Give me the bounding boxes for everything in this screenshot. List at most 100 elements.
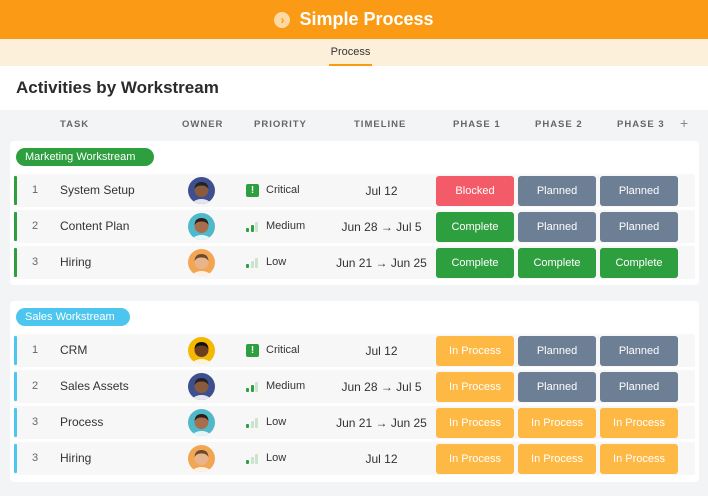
priority-cell[interactable]: ! Critical <box>246 343 300 357</box>
priority-cell[interactable]: Medium <box>246 219 305 233</box>
tab-process[interactable]: Process <box>329 39 372 66</box>
priority-cell[interactable]: Medium <box>246 379 305 393</box>
timeline-range[interactable]: Jul 12 <box>329 344 434 358</box>
phase-3-status[interactable]: Complete <box>600 248 678 278</box>
phase-3-status[interactable]: Planned <box>600 336 678 366</box>
app-title: Simple Process <box>299 9 434 29</box>
phase-2-status[interactable]: In Process <box>518 408 596 438</box>
column-header-phase-2[interactable]: PHASE 2 <box>535 119 583 130</box>
task-name[interactable]: System Setup <box>60 183 135 197</box>
timeline-range[interactable]: Jun 28 → Jul 5 <box>329 220 434 234</box>
phase-2-status[interactable]: Planned <box>518 176 596 206</box>
tab-bar: Process <box>0 39 708 66</box>
priority-cell[interactable]: ! Critical <box>246 183 300 197</box>
owner-avatar[interactable] <box>188 445 215 472</box>
row-number: 3 <box>31 256 39 268</box>
row-color-bar <box>14 212 17 241</box>
priority-label: Medium <box>266 380 306 392</box>
column-header-task[interactable]: TASK <box>60 119 89 130</box>
phase-1-status[interactable]: In Process <box>436 372 514 402</box>
owner-avatar[interactable] <box>188 249 215 276</box>
priority-label: Low <box>266 256 287 268</box>
owner-avatar[interactable] <box>188 409 215 436</box>
row-color-bar <box>14 336 17 365</box>
timeline-range[interactable]: Jun 21 → Jun 25 <box>329 256 434 270</box>
row-color-bar <box>14 248 17 277</box>
priority-cell[interactable]: Low <box>246 415 286 429</box>
phase-2-status[interactable]: Complete <box>518 248 596 278</box>
column-header-priority[interactable]: PRIORITY <box>254 119 307 130</box>
table-row[interactable]: 3 Hiring Low Jul 12 In Process In Process In P… <box>14 442 695 475</box>
row-number: 1 <box>31 184 39 196</box>
table-row[interactable]: 3 Process Low Jun 21 → Jun 25 In Process In P… <box>14 406 695 439</box>
phase-2-status[interactable]: Planned <box>518 372 596 402</box>
priority-cell[interactable]: Low <box>246 255 286 269</box>
workstream-tag[interactable]: Marketing Workstream <box>16 148 154 166</box>
task-name[interactable]: Sales Assets <box>60 379 129 393</box>
table-row[interactable]: 1 System Setup! Critical Jul 12 Blocked Plann… <box>14 174 695 207</box>
owner-avatar[interactable] <box>188 373 215 400</box>
column-header-phase-3[interactable]: PHASE 3 <box>617 119 665 130</box>
workstream-tag[interactable]: Sales Workstream <box>16 308 130 326</box>
task-name[interactable]: Process <box>60 415 103 429</box>
timeline-range[interactable]: Jul 12 <box>329 184 434 198</box>
phase-1-status[interactable]: In Process <box>436 444 514 474</box>
add-column-icon[interactable]: + <box>680 115 688 131</box>
signal-bars-icon <box>246 381 259 392</box>
phase-1-status[interactable]: In Process <box>436 336 514 366</box>
owner-avatar[interactable] <box>188 177 215 204</box>
signal-bars-icon <box>246 453 259 464</box>
phase-1-status[interactable]: Blocked <box>436 176 514 206</box>
phase-2-status[interactable]: In Process <box>518 444 596 474</box>
page-header: Activities by Workstream <box>0 66 708 110</box>
timeline-range[interactable]: Jun 21 → Jun 25 <box>329 416 434 430</box>
column-header-phase-1[interactable]: PHASE 1 <box>453 119 501 130</box>
task-name[interactable]: CRM <box>60 343 87 357</box>
table-row[interactable]: 2 Sales Assets Medium Jun 28 → Jul 5 In Proc… <box>14 370 695 403</box>
app-header: › Simple Process <box>0 0 708 39</box>
exclamation-icon: ! <box>246 343 259 357</box>
workstream-group: Marketing Workstream 1 System Setup! Critic… <box>10 141 699 285</box>
phase-1-status[interactable]: Complete <box>436 248 514 278</box>
row-number: 2 <box>31 380 39 392</box>
timeline-range[interactable]: Jun 28 → Jul 5 <box>329 380 434 394</box>
owner-avatar[interactable] <box>188 337 215 364</box>
task-name[interactable]: Hiring <box>60 451 91 465</box>
row-color-bar <box>14 176 17 205</box>
timeline-range[interactable]: Jul 12 <box>329 452 434 466</box>
owner-avatar[interactable] <box>188 213 215 240</box>
page-title: Activities by Workstream <box>16 78 219 97</box>
priority-label: Medium <box>266 220 306 232</box>
chevron-right-icon[interactable]: › <box>274 11 291 28</box>
phase-3-status[interactable]: In Process <box>600 408 678 438</box>
signal-bars-icon <box>246 221 259 232</box>
priority-label: Critical <box>266 344 300 356</box>
column-header-row: TASK OWNER PRIORITY TIMELINE PHASE 1 PHA… <box>0 110 708 138</box>
table-row[interactable]: 2 Content Plan Medium Jun 28 → Jul 5 Complet… <box>14 210 695 243</box>
column-header-owner[interactable]: OWNER <box>182 119 223 130</box>
table-row[interactable]: 1 CRM! Critical Jul 12 In Process Planned Plan… <box>14 334 695 367</box>
phase-1-status[interactable]: In Process <box>436 408 514 438</box>
phase-3-status[interactable]: Planned <box>600 212 678 242</box>
row-color-bar <box>14 372 17 401</box>
phase-3-status[interactable]: In Process <box>600 444 678 474</box>
table-row[interactable]: 3 Hiring Low Jun 21 → Jun 25 Complete Complet… <box>14 246 695 279</box>
row-number: 3 <box>31 452 39 464</box>
row-color-bar <box>14 444 17 473</box>
row-number: 2 <box>31 220 39 232</box>
priority-label: Critical <box>266 184 300 196</box>
priority-cell[interactable]: Low <box>246 451 286 465</box>
task-name[interactable]: Content Plan <box>60 219 129 233</box>
priority-label: Low <box>266 416 287 428</box>
exclamation-icon: ! <box>246 183 259 197</box>
phase-2-status[interactable]: Planned <box>518 212 596 242</box>
priority-label: Low <box>266 452 287 464</box>
signal-bars-icon <box>246 417 259 428</box>
phase-3-status[interactable]: Planned <box>600 176 678 206</box>
column-header-timeline[interactable]: TIMELINE <box>354 119 406 130</box>
workstream-group: Sales Workstream 1 CRM! Critical Jul 12 In Pr… <box>10 301 699 482</box>
task-name[interactable]: Hiring <box>60 255 91 269</box>
phase-1-status[interactable]: Complete <box>436 212 514 242</box>
phase-2-status[interactable]: Planned <box>518 336 596 366</box>
phase-3-status[interactable]: Planned <box>600 372 678 402</box>
